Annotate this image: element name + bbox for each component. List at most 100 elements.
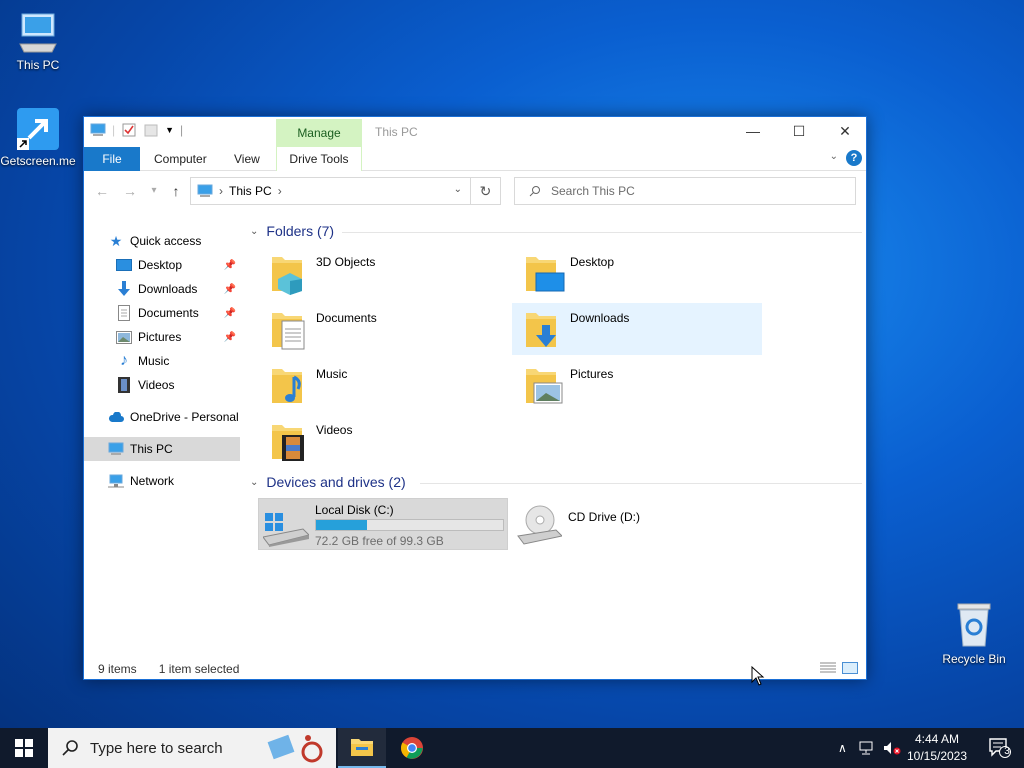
group-header-drives[interactable]: ⌄ Devices and drives (2) <box>250 470 406 494</box>
folder-name: Pictures <box>570 367 614 381</box>
pin-icon[interactable]: 📌 <box>224 260 236 271</box>
folder-desktop[interactable]: Desktop <box>512 247 762 299</box>
details-view-icon[interactable] <box>820 662 836 674</box>
tab-view[interactable]: View <box>224 147 270 171</box>
desktop-icon <box>116 257 132 273</box>
nav-label: Downloads <box>138 282 198 296</box>
drive-name: CD Drive (D:) <box>568 510 640 524</box>
up-button[interactable]: ↑ <box>166 181 186 201</box>
folder-videos[interactable]: Videos <box>258 415 508 467</box>
forward-button[interactable]: → <box>120 181 140 201</box>
folder-music[interactable]: Music <box>258 359 508 411</box>
documents-icon <box>116 305 132 321</box>
hard-drive-icon <box>263 513 309 547</box>
tab-drive-tools[interactable]: Drive Tools <box>276 147 362 171</box>
film-icon <box>116 377 132 393</box>
close-button[interactable]: ✕ <box>822 117 868 145</box>
new-folder-icon[interactable] <box>143 123 159 137</box>
taskbar-file-explorer[interactable] <box>338 728 386 768</box>
nav-label: OneDrive - Personal <box>130 410 239 424</box>
nav-onedrive[interactable]: OneDrive - Personal <box>84 405 240 429</box>
recycle-bin-icon <box>957 603 991 647</box>
clock-date: 10/15/2023 <box>906 749 968 763</box>
drive-usage-bar <box>315 519 504 531</box>
desktop-icon-label: Getscreen.me <box>0 154 76 168</box>
folder-documents[interactable]: Documents <box>258 303 508 355</box>
collapse-chevron-icon[interactable]: ⌄ <box>250 477 258 488</box>
volume-muted-icon[interactable] <box>883 741 901 755</box>
file-explorer-icon <box>351 739 373 756</box>
pin-icon[interactable]: 📌 <box>224 308 236 319</box>
maximize-button[interactable]: ☐ <box>776 117 822 145</box>
nav-item-videos[interactable]: Videos <box>84 373 240 397</box>
show-hidden-icons-icon[interactable]: ∧ <box>838 741 847 755</box>
nav-item-pictures[interactable]: Pictures 📌 <box>84 325 240 349</box>
pin-icon[interactable]: 📌 <box>224 284 236 295</box>
folder-downloads[interactable]: Downloads <box>512 303 762 355</box>
file-explorer-window: | ▼ | Manage This PC — ☐ ✕ File Computer… <box>83 116 867 680</box>
action-center-button[interactable]: 3 <box>980 728 1020 768</box>
group-header-folders[interactable]: ⌄ Folders (7) <box>250 219 334 243</box>
title-bar[interactable]: | ▼ | Manage This PC — ☐ ✕ <box>84 117 868 147</box>
ribbon-tabs: File Computer View Drive Tools ⌄ ? <box>84 147 866 171</box>
folder-3d-objects[interactable]: 3D Objects <box>258 247 508 299</box>
nav-item-music[interactable]: ♪ Music <box>84 349 240 373</box>
network-icon <box>108 473 124 489</box>
chrome-icon <box>401 737 423 759</box>
recent-locations-button[interactable]: ▾ <box>144 181 164 201</box>
this-pc-small-icon <box>108 441 124 457</box>
customize-qat-icon[interactable]: ▼ <box>165 125 174 135</box>
tab-computer[interactable]: Computer <box>144 147 217 171</box>
group-header-label: Devices and drives (2) <box>266 474 406 490</box>
large-icons-view-icon[interactable] <box>842 662 858 674</box>
address-bar[interactable]: › This PC › ⌄ <box>190 177 471 205</box>
qat-separator: | <box>180 123 184 137</box>
pictures-icon <box>116 329 132 345</box>
group-divider <box>420 483 862 484</box>
system-tray: ∧ <box>838 728 901 768</box>
taskbar-search-input[interactable]: Type here to search <box>90 740 223 757</box>
taskbar-clock[interactable]: 4:44 AM 10/15/2023 <box>900 731 974 765</box>
drive-free-space: 72.2 GB free of 99.3 GB <box>315 534 444 548</box>
help-button[interactable]: ? <box>846 150 862 166</box>
nav-item-desktop[interactable]: Desktop 📌 <box>84 253 240 277</box>
tab-manage[interactable]: Manage <box>276 119 362 147</box>
nav-item-downloads[interactable]: Downloads 📌 <box>84 277 240 301</box>
network-status-icon[interactable] <box>859 741 875 755</box>
start-button[interactable] <box>0 728 48 768</box>
search-icon <box>529 186 540 197</box>
this-pc-small-icon <box>197 184 213 197</box>
desktop-icon-recycle-bin[interactable]: Recycle Bin <box>936 602 1012 666</box>
search-box[interactable]: Search This PC <box>514 177 856 205</box>
minimize-button[interactable]: — <box>730 117 776 145</box>
desktop-icon-getscreen[interactable]: Getscreen.me <box>0 108 76 168</box>
breadcrumb-this-pc[interactable]: This PC <box>229 184 272 198</box>
pin-icon[interactable]: 📌 <box>224 332 236 343</box>
refresh-button[interactable]: ↻ <box>471 177 501 205</box>
address-dropdown-icon[interactable]: ⌄ <box>454 184 462 195</box>
nav-this-pc[interactable]: This PC <box>84 437 240 461</box>
collapse-chevron-icon[interactable]: ⌄ <box>250 226 258 237</box>
back-button[interactable]: ← <box>92 181 112 201</box>
breadcrumb-separator[interactable]: › <box>219 184 223 198</box>
this-pc-small-icon[interactable] <box>90 123 106 137</box>
drive-cd-d[interactable]: CD Drive (D:) <box>512 498 762 550</box>
folder-pictures[interactable]: Pictures <box>512 359 762 411</box>
properties-icon[interactable] <box>121 123 137 137</box>
music-note-icon: ♪ <box>120 352 128 369</box>
desktop-icon-this-pc[interactable]: This PC <box>0 10 76 72</box>
drive-local-disk-c[interactable]: Local Disk (C:) 72.2 GB free of 99.3 GB <box>258 498 508 550</box>
taskbar-search-box[interactable]: Type here to search <box>48 728 336 768</box>
breadcrumb-separator[interactable]: › <box>278 184 282 198</box>
nav-item-documents[interactable]: Documents 📌 <box>84 301 240 325</box>
tab-file[interactable]: File <box>84 147 140 171</box>
nav-network[interactable]: Network <box>84 469 240 493</box>
download-arrow-icon <box>116 281 132 297</box>
taskbar-chrome[interactable] <box>388 728 436 768</box>
clock-time: 4:44 AM <box>914 732 960 746</box>
folder-name: Downloads <box>570 311 630 325</box>
nav-quick-access[interactable]: ★ Quick access <box>84 229 240 253</box>
folder-name: 3D Objects <box>316 255 376 269</box>
expand-ribbon-icon[interactable]: ⌄ <box>830 151 838 162</box>
search-input[interactable]: Search This PC <box>551 184 635 198</box>
